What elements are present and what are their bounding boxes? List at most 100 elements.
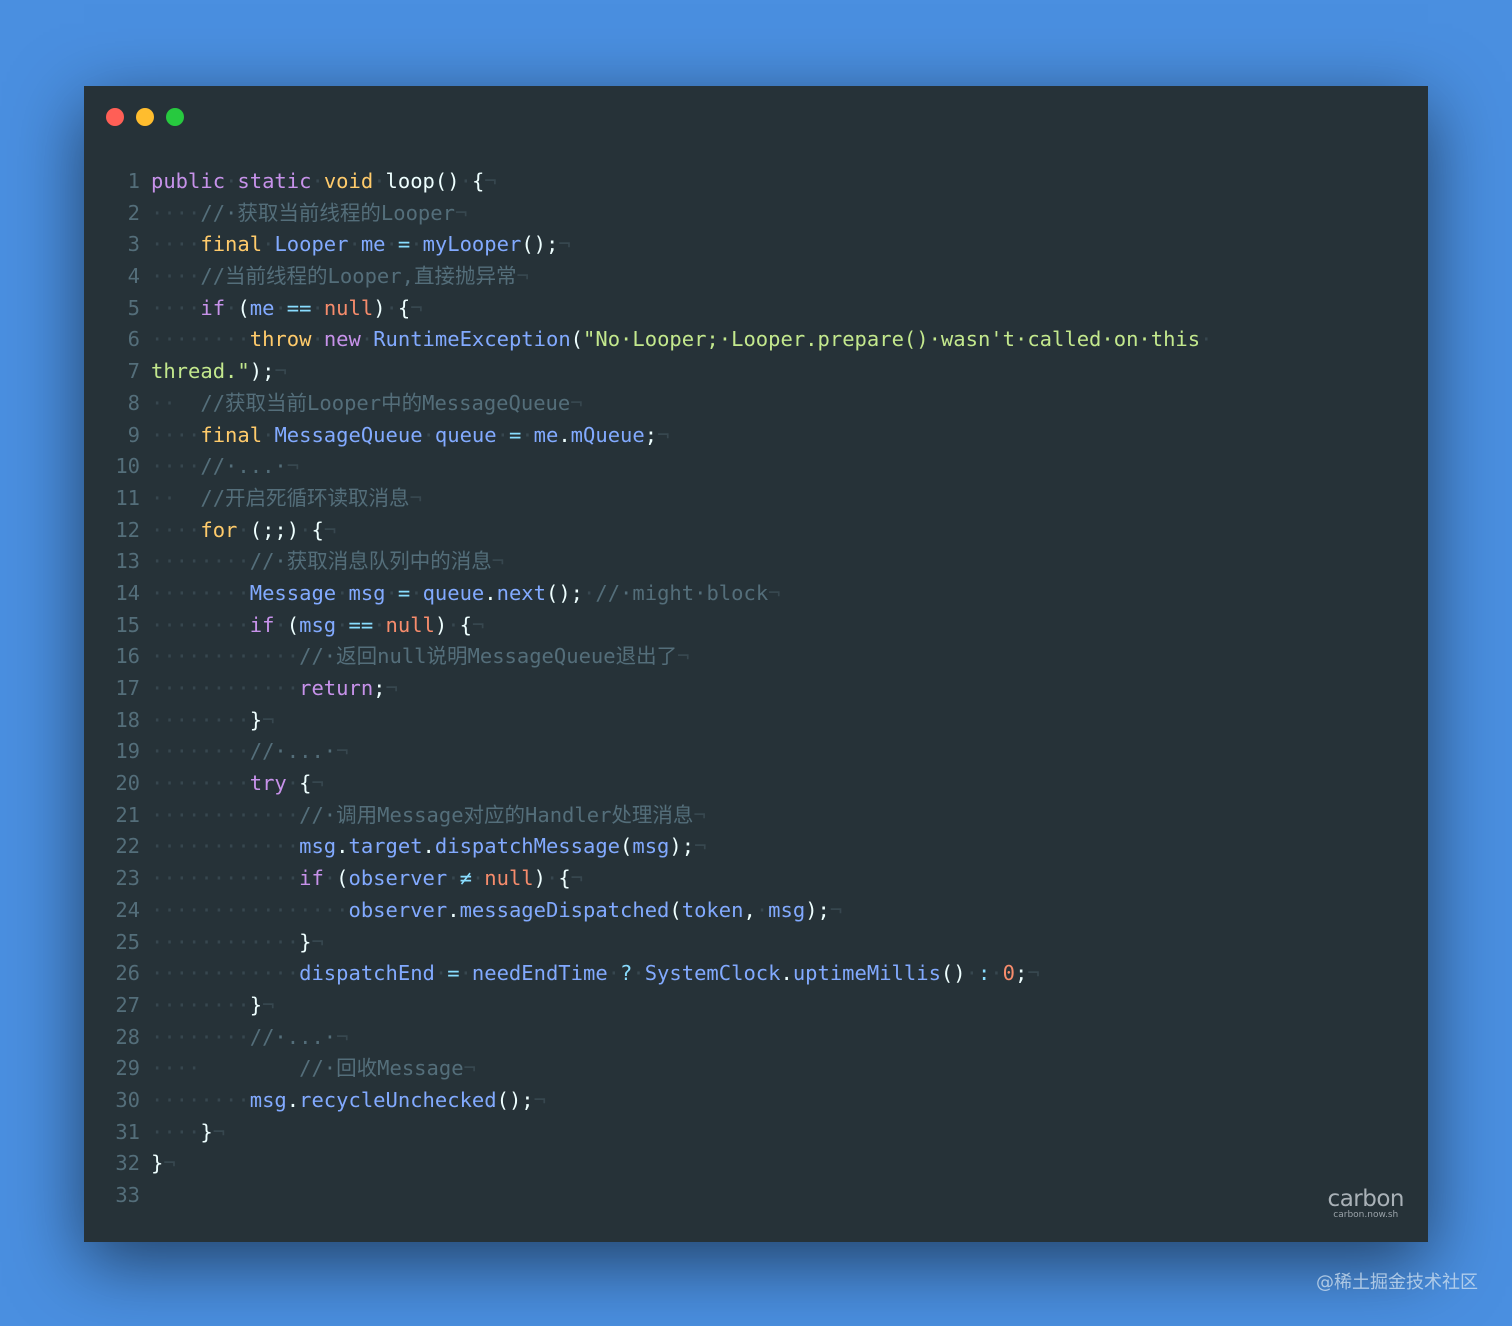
code-token: needEndTime xyxy=(471,961,608,986)
code-token: //·回收Message xyxy=(299,1056,464,1081)
code-token: = xyxy=(397,580,411,605)
code-text: ········}¬ xyxy=(151,990,274,1022)
code-token: ¬ xyxy=(262,707,275,732)
code-token: ···· xyxy=(151,454,201,479)
code-line: 14 ········Message·msg·=·queue.next();·//… xyxy=(84,578,1428,610)
code-token: · xyxy=(373,169,386,193)
line-number: 16 xyxy=(115,644,140,669)
code-token: ¬ xyxy=(385,676,398,700)
code-token: ¬ xyxy=(286,454,300,479)
code-token: mQueue xyxy=(570,422,645,447)
code-token: ········ xyxy=(151,707,250,732)
line-number: 7 xyxy=(127,359,140,384)
close-dot-icon xyxy=(106,108,124,126)
code-line: 8 ·· //获取当前Looper中的MessageQueue¬ xyxy=(84,388,1428,420)
code-token: ¬ xyxy=(484,169,497,193)
code-token: (); xyxy=(496,1087,534,1112)
code-token: { xyxy=(459,612,472,637)
code-token: queue xyxy=(434,422,497,447)
code-text: ············if·(observer·≠·null)·{¬ xyxy=(151,863,583,895)
code-token: //·...· xyxy=(200,454,287,479)
code-block: 1 public·static·void·loop()·{¬ 2 ····//·获取当… xyxy=(84,166,1428,1212)
code-token: · xyxy=(299,517,312,542)
code-token: = xyxy=(508,422,522,447)
line-number: 27 xyxy=(115,992,140,1017)
code-token: Looper xyxy=(274,232,349,257)
code-token: me xyxy=(360,232,386,257)
code-token: ) xyxy=(533,866,546,891)
code-token: · xyxy=(311,327,324,352)
code-line: 15 ········if·(msg·==·null)·{¬ xyxy=(84,610,1428,642)
code-token: ············ xyxy=(151,802,300,827)
code-token: ········ xyxy=(151,771,250,796)
code-token: : xyxy=(977,961,991,986)
code-token: observer xyxy=(348,897,448,922)
code-token: ············ xyxy=(151,929,300,954)
code-token: 0 xyxy=(1002,961,1015,986)
code-line: 5 ····if·(me·==·null)·{¬ xyxy=(84,293,1428,325)
code-text: ············//·调用Message对应的Handler处理消息¬ xyxy=(151,800,706,832)
code-token: ? xyxy=(620,961,633,986)
code-token: · xyxy=(323,866,337,891)
code-token: · xyxy=(336,612,349,637)
code-token: target xyxy=(348,834,423,859)
code-token: · xyxy=(410,580,423,605)
code-token: · xyxy=(385,580,398,605)
code-token: · xyxy=(274,295,287,320)
code-text: ········//·获取消息队列中的消息¬ xyxy=(151,546,504,578)
code-token: · xyxy=(311,295,324,320)
code-token: public xyxy=(151,169,226,193)
code-token: ¬ xyxy=(471,612,485,637)
code-token: } xyxy=(200,1119,213,1144)
code-token: dispatchEnd xyxy=(299,961,435,986)
code-token: ¬ xyxy=(336,739,349,764)
code-token: ················ xyxy=(151,897,349,922)
code-token: . xyxy=(447,897,460,922)
line-number: 1 xyxy=(127,169,140,193)
code-line: 30 ········msg.recycleUnchecked();¬ xyxy=(84,1085,1428,1117)
code-token: ¬ xyxy=(311,771,324,796)
code-token: final xyxy=(200,232,263,257)
code-line: 26 ············dispatchEnd·=·needEndTime·… xyxy=(84,958,1428,990)
carbon-logo-name: carbon xyxy=(1327,1186,1405,1212)
code-token: if xyxy=(249,612,275,637)
code-token: msg xyxy=(348,580,386,605)
code-token: ¬ xyxy=(558,232,571,257)
code-token: ¬ xyxy=(491,549,505,574)
line-number: 11 xyxy=(115,485,140,510)
code-token: ¬ xyxy=(262,992,275,1017)
code-token: ¬ xyxy=(410,295,423,320)
code-token: //获取当前Looper中的MessageQueue xyxy=(200,390,571,415)
code-token: ········ xyxy=(151,612,250,637)
line-number: 10 xyxy=(115,454,140,479)
code-line: 24 ················observer.messageDispat… xyxy=(84,895,1428,927)
code-token: ········ xyxy=(151,327,250,352)
code-token: token xyxy=(681,897,744,922)
code-token: · xyxy=(447,866,460,891)
code-token: //·调用Message对应的Handler处理消息 xyxy=(299,802,694,827)
code-token: () xyxy=(940,961,966,986)
code-token: ( xyxy=(237,295,250,320)
code-token: · xyxy=(311,169,324,193)
code-token: ········ xyxy=(151,739,250,764)
code-line: 29 ···· //·回收Message¬ xyxy=(84,1053,1428,1085)
code-text: ········try·{¬ xyxy=(151,768,324,800)
code-token: } xyxy=(249,992,263,1017)
line-number: 28 xyxy=(115,1024,140,1049)
line-number: 29 xyxy=(115,1056,140,1081)
code-line: 6 ········throw·new·RuntimeException("No·… xyxy=(84,324,1428,356)
code-text: ····//·...·¬ xyxy=(151,451,299,483)
code-token: · xyxy=(237,517,250,542)
code-token: ········ xyxy=(151,1087,250,1112)
code-line: 10 ····//·...·¬ xyxy=(84,451,1428,483)
code-line: 20 ········try·{¬ xyxy=(84,768,1428,800)
code-token: } xyxy=(249,707,263,732)
code-token: ¬ xyxy=(1027,961,1040,986)
code-token: ············ xyxy=(151,961,300,986)
code-token: == xyxy=(286,295,312,320)
code-token: · xyxy=(385,232,398,257)
code-token: . xyxy=(336,834,349,859)
